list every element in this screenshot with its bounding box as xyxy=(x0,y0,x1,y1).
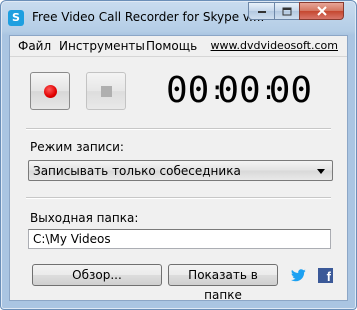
browse-button[interactable]: Обзор... xyxy=(32,264,162,286)
chevron-down-icon xyxy=(317,169,325,174)
show-in-folder-button[interactable]: Показать в папке xyxy=(168,264,278,302)
record-mode-dropdown[interactable]: Записывать только собеседника xyxy=(28,160,333,181)
minimize-icon xyxy=(257,11,266,13)
record-button[interactable] xyxy=(30,72,70,110)
close-icon xyxy=(316,6,327,16)
output-folder-input[interactable]: C:\My Videos xyxy=(28,229,331,249)
maximize-button[interactable] xyxy=(274,2,300,20)
menu-tools[interactable]: Инструменты xyxy=(59,39,145,53)
close-button[interactable] xyxy=(299,2,344,20)
minimize-button[interactable] xyxy=(248,2,275,20)
timer-seconds: 00 xyxy=(268,70,313,111)
facebook-icon[interactable]: f xyxy=(318,268,333,284)
timer-hours: 00 xyxy=(166,70,210,111)
stop-button[interactable] xyxy=(86,72,126,110)
stop-icon xyxy=(101,86,112,97)
window-title: Free Video Call Recorder for Skype v.... xyxy=(32,10,265,24)
section-divider xyxy=(26,197,331,199)
output-folder-value: C:\My Videos xyxy=(33,232,111,246)
record-icon xyxy=(44,85,57,98)
maximize-icon xyxy=(282,7,292,15)
title-bar[interactable]: S Free Video Call Recorder for Skype v..… xyxy=(1,1,356,35)
output-folder-label: Выходная папка: xyxy=(30,211,139,225)
record-mode-value: Записывать только собеседника xyxy=(33,164,241,178)
timer-minutes: 00 xyxy=(217,70,261,111)
menu-file[interactable]: Файл xyxy=(18,39,51,53)
client-area: Файл Инструменты Помощь www.dvdvideosoft… xyxy=(9,35,348,302)
section-divider xyxy=(26,128,331,130)
menu-bar: Файл Инструменты Помощь www.dvdvideosoft… xyxy=(10,36,347,57)
website-link[interactable]: www.dvdvideosoft.com xyxy=(211,39,338,52)
menu-help[interactable]: Помощь xyxy=(146,39,197,53)
skype-app-icon: S xyxy=(8,10,24,26)
twitter-icon[interactable] xyxy=(291,268,306,283)
app-window: S Free Video Call Recorder for Skype v..… xyxy=(0,0,357,310)
elapsed-time-display: 00:00:00 xyxy=(166,73,312,109)
record-mode-label: Режим записи: xyxy=(30,140,124,154)
timer-separator: : xyxy=(260,76,277,106)
